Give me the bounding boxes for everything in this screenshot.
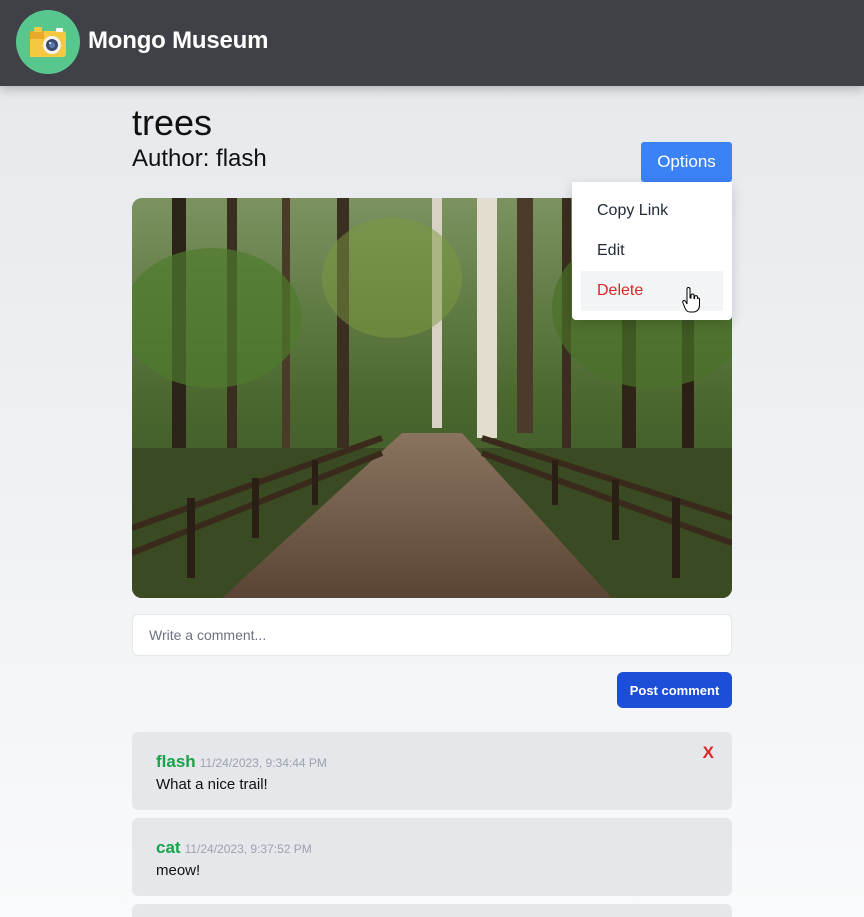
camera-icon[interactable] [16,10,80,74]
comment-timestamp: 11/24/2023, 9:34:44 PM [199,756,327,770]
options-dropdown-menu: Copy Link Edit Delete [572,182,732,320]
comment-text: What a nice trail! [156,776,268,793]
menu-item-copy-link[interactable]: Copy Link [581,191,723,231]
menu-item-edit[interactable]: Edit [581,231,723,271]
comment-card [132,904,732,917]
post-author: Author: flash [132,145,267,172]
comment-author[interactable]: cat [156,838,181,857]
brand-title[interactable]: Mongo Museum [88,27,268,55]
options-button[interactable]: Options [641,142,732,182]
delete-comment-button[interactable]: X [703,743,714,763]
comment-input[interactable] [132,614,732,656]
comment-author-line: cat 11/24/2023, 9:37:52 PM [156,838,312,858]
post-title: trees [132,102,213,143]
comment-author[interactable]: flash [156,752,196,771]
hand-cursor-icon [682,286,700,318]
comment-timestamp: 11/24/2023, 9:37:52 PM [184,842,312,856]
comment-text: meow! [156,862,201,879]
top-navbar: Mongo Museum [0,0,864,86]
comment-card: flash 11/24/2023, 9:34:44 PM What a nice … [132,732,732,810]
comment-author-line: flash 11/24/2023, 9:34:44 PM [156,752,327,772]
post-comment-button[interactable]: Post comment [617,672,732,708]
menu-item-delete[interactable]: Delete [581,271,723,311]
comment-card: cat 11/24/2023, 9:37:52 PM meow! [132,818,732,896]
